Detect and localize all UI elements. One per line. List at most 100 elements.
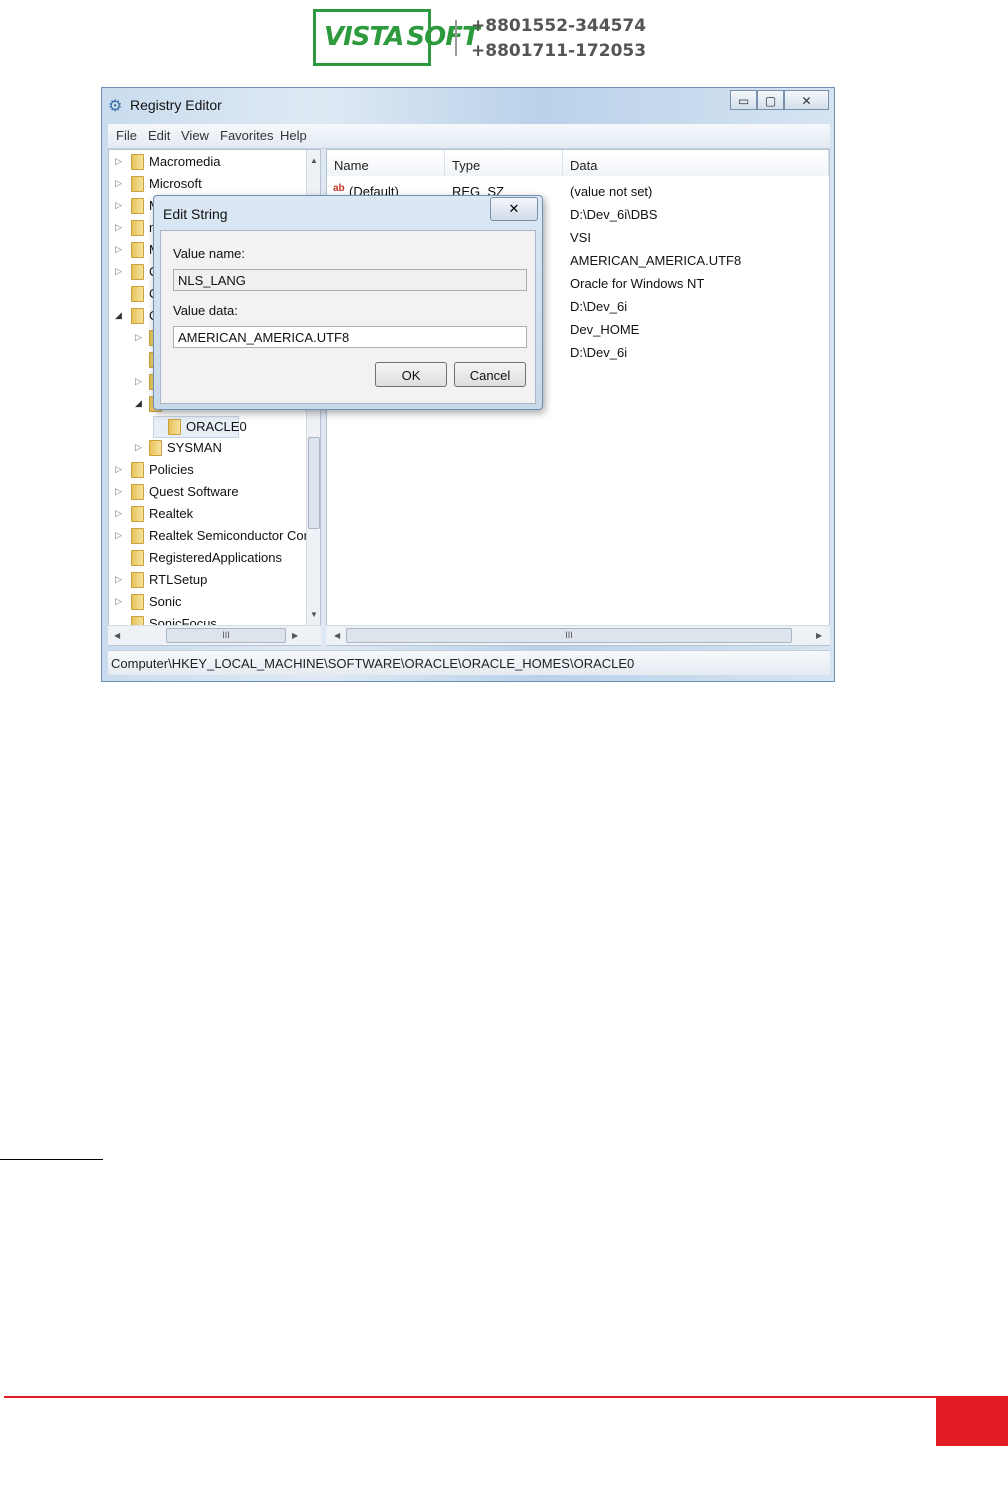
expand-arrow-icon[interactable]: ▷: [115, 178, 122, 189]
menu-bar: File Edit View Favorites Help: [108, 124, 830, 149]
logo-text-soft: SOFT: [406, 22, 479, 52]
tree-item-label: Microsoft: [149, 176, 202, 191]
tree-item-label: Macromedia: [149, 154, 221, 169]
folder-icon: [149, 440, 162, 456]
tree-item-label: Policies: [149, 462, 194, 477]
folder-icon: [131, 550, 144, 566]
row-5-data: D:\Dev_6i: [570, 299, 628, 314]
row-3-data: AMERICAN_AMERICA.UTF8: [570, 253, 742, 268]
expand-arrow-icon[interactable]: ▷: [115, 200, 122, 211]
tree-item-label: RTLSetup: [149, 572, 208, 587]
folder-icon: [131, 528, 144, 544]
value-name-label: Value name:: [173, 246, 246, 261]
row-1-data: D:\Dev_6i\DBS: [570, 207, 658, 222]
ok-button[interactable]: OK: [375, 362, 447, 387]
dialog-body: Value name: NLS_LANG Value data: AMERICA…: [160, 230, 536, 404]
folder-icon: [131, 154, 144, 170]
expand-arrow-icon[interactable]: ▷: [135, 442, 142, 453]
edit-string-dialog: Edit String ✕ Value name: NLS_LANG Value…: [153, 195, 543, 410]
collapse-arrow-icon[interactable]: ◢: [115, 310, 122, 321]
list-hscroll-thumb[interactable]: III: [346, 628, 792, 643]
folder-icon: [131, 462, 144, 478]
folder-icon: [131, 286, 144, 302]
window-title: Registry Editor: [130, 97, 222, 113]
menu-view[interactable]: View: [181, 128, 209, 143]
maximize-button[interactable]: ▢: [757, 90, 784, 110]
tree-item-label: RegisteredApplications: [149, 550, 282, 565]
footer-red-line: [4, 1396, 936, 1398]
tree-item-label: Realtek: [149, 506, 194, 521]
vistasoft-logo: VISTA SOFT: [313, 9, 480, 66]
folder-icon: [131, 198, 144, 214]
footnote-separator: [0, 1159, 103, 1160]
value-data-input[interactable]: AMERICAN_AMERICA.UTF8: [173, 326, 527, 348]
expand-arrow-icon[interactable]: ▷: [115, 222, 122, 233]
dialog-close-button[interactable]: ✕: [490, 197, 538, 221]
menu-edit[interactable]: Edit: [148, 128, 170, 143]
folder-icon: [131, 484, 144, 500]
tree-scroll-thumb[interactable]: [308, 437, 320, 529]
folder-icon: [131, 594, 144, 610]
column-header-type[interactable]: Type: [445, 150, 563, 176]
expand-arrow-icon[interactable]: ▷: [115, 156, 122, 167]
scroll-up-arrow-icon[interactable]: ▲: [310, 156, 318, 165]
scroll-right-arrow-icon[interactable]: ▶: [816, 631, 822, 640]
row-6-data: Dev_HOME: [570, 322, 640, 337]
logo-text-vista: VISTA: [324, 22, 404, 52]
menu-favorites[interactable]: Favorites: [220, 128, 273, 143]
tree-horizontal-scrollbar[interactable]: ◀ III ▶: [108, 625, 321, 645]
cancel-button[interactable]: Cancel: [454, 362, 526, 387]
folder-icon: [168, 419, 181, 435]
footer-red-box: [936, 1396, 1008, 1446]
dialog-title: Edit String: [163, 206, 228, 222]
menu-file[interactable]: File: [116, 128, 137, 143]
phone-number-2: +8801711-172053: [471, 41, 647, 61]
scroll-left-arrow-icon[interactable]: ◀: [334, 631, 340, 640]
folder-icon: [131, 264, 144, 280]
menu-help[interactable]: Help: [280, 128, 307, 143]
tree-item-label: Sonic: [149, 594, 182, 609]
column-header-data[interactable]: Data: [563, 150, 829, 176]
row-0-data: (value not set): [570, 184, 653, 199]
row-4-data: Oracle for Windows NT: [570, 276, 705, 291]
value-data-label: Value data:: [173, 303, 238, 318]
folder-icon: [131, 572, 144, 588]
list-horizontal-scrollbar[interactable]: ◀ III ▶: [326, 625, 830, 645]
tree-item-oracle0-selected[interactable]: ORACLE0: [153, 416, 247, 438]
folder-icon: [131, 242, 144, 258]
expand-arrow-icon[interactable]: ▷: [135, 376, 142, 387]
expand-arrow-icon[interactable]: ▷: [115, 530, 122, 541]
expand-arrow-icon[interactable]: ▷: [115, 508, 122, 519]
tree-item-label: ORACLE0: [186, 419, 247, 434]
scroll-down-arrow-icon[interactable]: ▼: [310, 610, 318, 619]
status-bar: Computer\HKEY_LOCAL_MACHINE\SOFTWARE\ORA…: [108, 650, 830, 675]
expand-arrow-icon[interactable]: ▷: [135, 332, 142, 343]
tree-hscroll-thumb[interactable]: III: [166, 628, 286, 643]
header-separator: [455, 20, 457, 56]
expand-arrow-icon[interactable]: ▷: [115, 266, 122, 277]
collapse-arrow-icon[interactable]: ◢: [135, 398, 142, 409]
minimize-button[interactable]: ▭: [730, 90, 757, 110]
expand-arrow-icon[interactable]: ▷: [115, 464, 122, 475]
expand-arrow-icon[interactable]: ▷: [115, 486, 122, 497]
column-header-name[interactable]: Name: [327, 150, 445, 176]
string-value-icon: ab: [333, 183, 345, 194]
tree-item-label: SYSMAN: [167, 440, 222, 455]
tree-item-label: Quest Software: [149, 484, 239, 499]
row-7-data: D:\Dev_6i: [570, 345, 628, 360]
folder-icon: [131, 308, 144, 324]
expand-arrow-icon[interactable]: ▷: [115, 574, 122, 585]
value-name-field: NLS_LANG: [173, 269, 527, 291]
phone-number-1: +8801552-344574: [471, 16, 647, 36]
expand-arrow-icon[interactable]: ▷: [115, 596, 122, 607]
scroll-left-arrow-icon[interactable]: ◀: [114, 631, 120, 640]
folder-icon: [131, 220, 144, 236]
tree-item-label: Realtek Semiconductor Corp.: [149, 528, 319, 543]
row-2-data: VSI: [570, 230, 591, 245]
title-bar: ⚙ Registry Editor ▭ ▢ ✕: [102, 88, 834, 122]
folder-icon: [131, 176, 144, 192]
close-button[interactable]: ✕: [784, 90, 829, 110]
scroll-right-arrow-icon[interactable]: ▶: [292, 631, 298, 640]
expand-arrow-icon[interactable]: ▷: [115, 244, 122, 255]
folder-icon: [131, 506, 144, 522]
